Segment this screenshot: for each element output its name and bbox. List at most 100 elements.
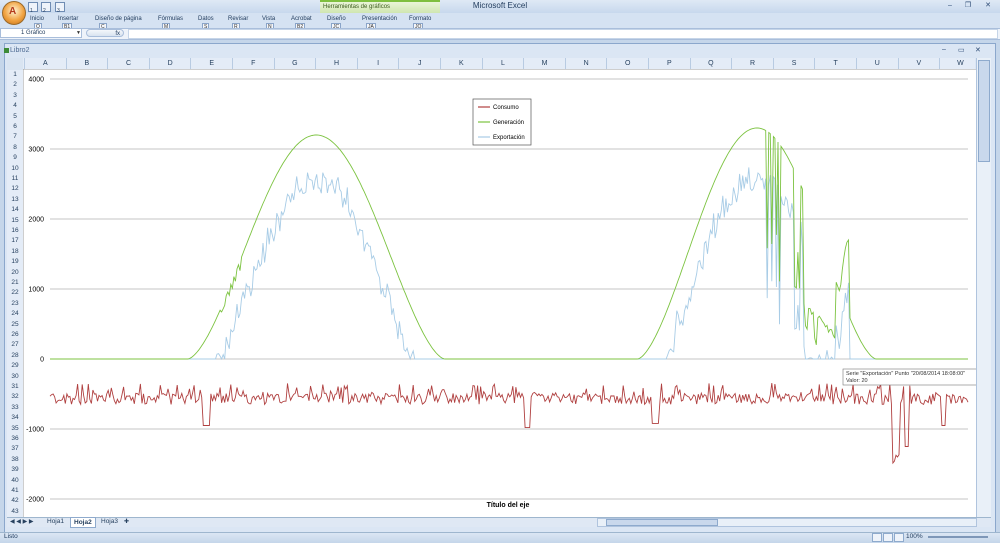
row-header-30[interactable]: 30: [7, 372, 23, 382]
y-tick-label: 1000: [28, 287, 44, 294]
row-header-12[interactable]: 12: [7, 184, 23, 194]
minimize-icon[interactable]: –: [946, 2, 954, 10]
row-header-6[interactable]: 6: [7, 122, 23, 132]
x-axis-title[interactable]: Título del eje: [487, 502, 530, 509]
tooltip-line-2: Valor: 20: [846, 378, 868, 384]
row-header-35[interactable]: 35: [7, 424, 23, 434]
row-header-19[interactable]: 19: [7, 257, 23, 267]
fx-button[interactable]: fx: [86, 29, 124, 37]
row-header-32[interactable]: 32: [7, 392, 23, 402]
office-button-key: A: [9, 6, 17, 17]
row-header-17[interactable]: 17: [7, 236, 23, 246]
y-tick-label: 2000: [28, 217, 44, 224]
workbook-icon: [4, 48, 9, 53]
office-button[interactable]: A: [2, 1, 26, 25]
row-header-4[interactable]: 4: [7, 101, 23, 111]
row-header-41[interactable]: 41: [7, 486, 23, 496]
row-header-25[interactable]: 25: [7, 320, 23, 330]
app-title: Microsoft Excel: [472, 1, 528, 10]
row-header-18[interactable]: 18: [7, 247, 23, 257]
vertical-scroll-thumb[interactable]: [978, 60, 990, 162]
row-header-26[interactable]: 26: [7, 330, 23, 340]
row-header-28[interactable]: 28: [7, 351, 23, 361]
insert-sheet-icon[interactable]: ✚: [124, 518, 129, 525]
workbook-restore-icon[interactable]: ▭: [958, 46, 965, 54]
y-tick-label: 3000: [28, 147, 44, 154]
row-header-3[interactable]: 3: [7, 91, 23, 101]
ribbon-tab-0[interactable]: Inicio: [30, 16, 44, 22]
close-icon[interactable]: ✕: [984, 2, 992, 10]
row-header-2[interactable]: 2: [7, 80, 23, 90]
row-header-39[interactable]: 39: [7, 465, 23, 475]
row-header-14[interactable]: 14: [7, 205, 23, 215]
page-break-view-icon[interactable]: [894, 533, 904, 542]
row-header-16[interactable]: 16: [7, 226, 23, 236]
ribbon-tab-2[interactable]: Diseño de página: [95, 16, 142, 22]
chart[interactable]: -2000 -1000 0 1000 2000 3000 4000 Consumo Gener…: [23, 69, 977, 519]
row-header-13[interactable]: 13: [7, 195, 23, 205]
row-header-15[interactable]: 15: [7, 216, 23, 226]
normal-view-icon[interactable]: [872, 533, 882, 542]
ribbon-tab-10[interactable]: Formato: [409, 16, 431, 22]
ribbon-tab-4[interactable]: Datos: [198, 16, 214, 22]
workbook-minimize-icon[interactable]: –: [942, 46, 946, 53]
row-header-29[interactable]: 29: [7, 361, 23, 371]
row-header-36[interactable]: 36: [7, 434, 23, 444]
row-header-10[interactable]: 10: [7, 164, 23, 174]
workbook-close-icon[interactable]: ✕: [975, 46, 981, 54]
row-header-37[interactable]: 37: [7, 444, 23, 454]
row-header-38[interactable]: 38: [7, 455, 23, 465]
row-header-8[interactable]: 8: [7, 143, 23, 153]
row-header-34[interactable]: 34: [7, 413, 23, 423]
ribbon-tab-6[interactable]: Vista: [262, 16, 275, 22]
row-header-11[interactable]: 11: [7, 174, 23, 184]
row-header-33[interactable]: 33: [7, 403, 23, 413]
ribbon-tab-3[interactable]: Fórmulas: [158, 16, 183, 22]
ribbon-tab-9[interactable]: Presentación: [362, 16, 397, 22]
tooltip: Serie "Exportación" Punto "20/08/2014 18…: [842, 368, 977, 386]
y-tick-label: 4000: [28, 77, 44, 84]
legend-label-consumo: Consumo: [493, 105, 519, 111]
legend-label-generación: Generación: [493, 120, 524, 126]
y-tick-label: 0: [40, 357, 44, 364]
row-header-1[interactable]: 1: [7, 70, 23, 80]
zoom-slider[interactable]: [928, 536, 988, 538]
row-header-31[interactable]: 31: [7, 382, 23, 392]
sheet-tab-hoja1[interactable]: Hoja1: [44, 517, 67, 526]
row-header-43[interactable]: 43: [7, 507, 23, 517]
restore-icon[interactable]: ❐: [964, 2, 972, 10]
row-header-7[interactable]: 7: [7, 132, 23, 142]
ribbon-tab-5[interactable]: Revisar: [228, 16, 248, 22]
y-tick-label: -1000: [26, 427, 44, 434]
ribbon-tab-1[interactable]: Insertar: [58, 16, 78, 22]
y-tick-label: -2000: [26, 497, 44, 504]
horizontal-scroll-thumb[interactable]: [606, 519, 718, 526]
ribbon-tab-7[interactable]: Acrobat: [291, 16, 312, 22]
row-header-27[interactable]: 27: [7, 340, 23, 350]
tooltip-line-1: Serie "Exportación" Punto "20/08/2014 18…: [846, 371, 965, 377]
workbook-title: Libro2: [10, 47, 30, 54]
sheet-tab-hoja2[interactable]: Hoja2: [70, 517, 96, 528]
ribbon-tab-8[interactable]: Diseño: [327, 16, 346, 22]
ribbon-tabs: [0, 13, 1000, 29]
row-header-5[interactable]: 5: [7, 112, 23, 122]
row-header-22[interactable]: 22: [7, 288, 23, 298]
chevron-down-icon[interactable]: ▼: [76, 30, 81, 36]
row-header-20[interactable]: 20: [7, 268, 23, 278]
legend-label-exportación: Exportación: [493, 135, 525, 141]
status-text: Listo: [4, 533, 18, 540]
sheet-tab-hoja3[interactable]: Hoja3: [98, 517, 121, 526]
status-bar: [0, 532, 1000, 543]
row-header-9[interactable]: 9: [7, 153, 23, 163]
sheet-nav-icon[interactable]: ◀ ◀ ▶ ▶: [10, 518, 33, 525]
name-box[interactable]: 1 Gráfico: [0, 28, 82, 38]
formula-bar[interactable]: [128, 29, 998, 39]
row-header-42[interactable]: 42: [7, 496, 23, 506]
row-header-23[interactable]: 23: [7, 299, 23, 309]
row-header-40[interactable]: 40: [7, 476, 23, 486]
select-all-corner[interactable]: [7, 58, 23, 70]
page-layout-view-icon[interactable]: [883, 533, 893, 542]
row-header-24[interactable]: 24: [7, 309, 23, 319]
zoom-level[interactable]: 100%: [906, 533, 923, 540]
row-header-21[interactable]: 21: [7, 278, 23, 288]
